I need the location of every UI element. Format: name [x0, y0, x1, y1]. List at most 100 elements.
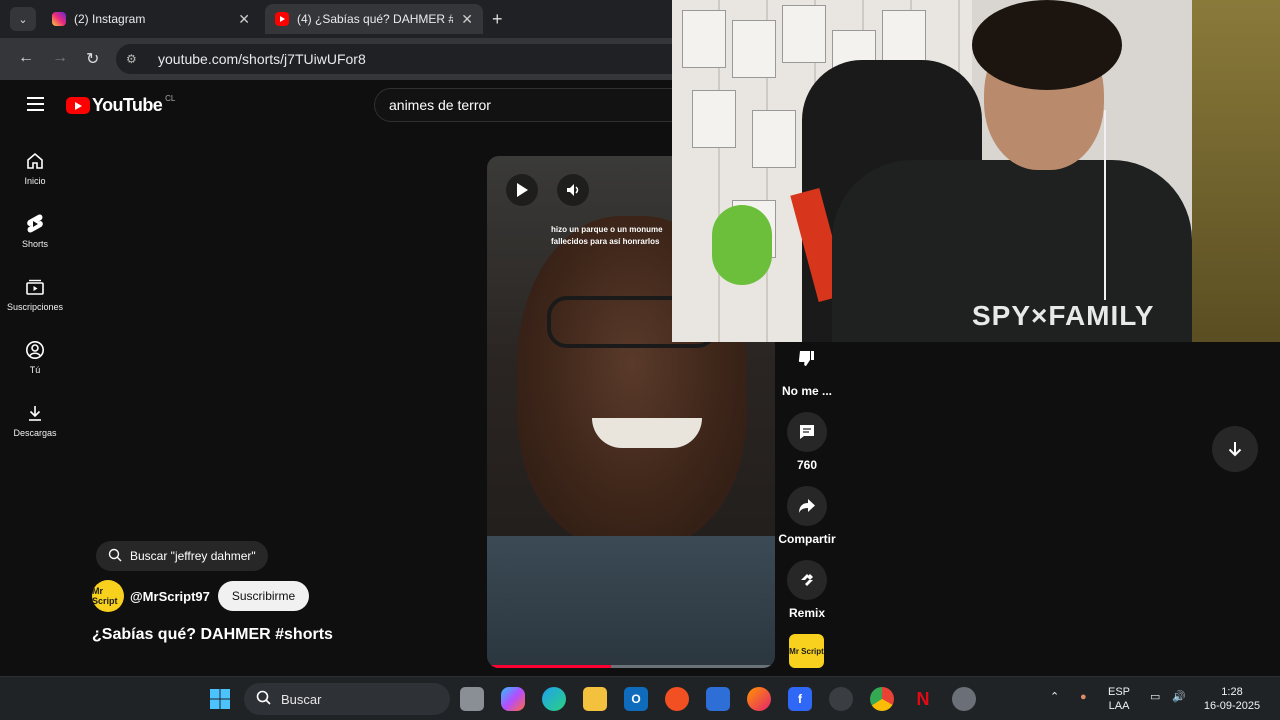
clock[interactable]: 1:28 16-09-2025: [1200, 685, 1264, 713]
sidebar-item-descargas[interactable]: Descargas: [0, 388, 70, 451]
forward-icon[interactable]: →: [52, 49, 68, 67]
edge-icon[interactable]: [542, 687, 566, 711]
dislike-action[interactable]: No me ...: [779, 338, 835, 398]
audio-source-thumbnail[interactable]: Mr Script: [789, 634, 824, 668]
search-input[interactable]: animes de terror: [374, 88, 694, 122]
video-caption: hizo un parque o un monume fallecidos pa…: [551, 224, 663, 248]
video-progress-bar[interactable]: [487, 665, 775, 668]
share-icon: [787, 486, 827, 526]
play-button[interactable]: [506, 174, 538, 206]
tab-title: (2) Instagram: [74, 12, 146, 26]
url-bar[interactable]: ⚙ youtube.com/shorts/j7TUiwUFor8: [116, 44, 716, 74]
language-indicator[interactable]: ESP LAA: [1108, 685, 1130, 713]
origin-icon[interactable]: [665, 687, 689, 711]
avatar-text: Mr Script: [92, 586, 118, 606]
dislike-label: No me ...: [781, 384, 832, 398]
remix-label: Remix: [788, 606, 826, 620]
caption-line: fallecidos para así honrarlos: [551, 237, 660, 246]
video-progress-fill: [487, 665, 611, 668]
related-search-chip[interactable]: Buscar "jeffrey dahmer": [96, 541, 268, 571]
back-icon[interactable]: ←: [18, 49, 34, 67]
volume-button[interactable]: [557, 174, 589, 206]
tab-instagram[interactable]: (2) Instagram ✕: [42, 4, 260, 34]
remix-icon: [787, 560, 827, 600]
url-text: youtube.com/shorts/j7TUiwUFor8: [158, 51, 366, 67]
chevron-up-icon[interactable]: ⌃: [1050, 690, 1059, 704]
clock-date: 16-09-2025: [1203, 700, 1261, 712]
play-icon: [517, 183, 528, 197]
taskbar-search-placeholder: Buscar: [281, 691, 322, 707]
volume-icon: [567, 184, 579, 196]
sidebar-item-inicio[interactable]: Inicio: [0, 136, 70, 199]
obs-icon[interactable]: [829, 687, 853, 711]
task-view-icon[interactable]: [460, 687, 484, 711]
search-icon: [108, 548, 122, 565]
microsoft-store-icon[interactable]: [706, 687, 730, 711]
sidebar: Inicio Shorts Suscripciones Tú Descargas: [0, 136, 70, 451]
instagram-icon: [52, 12, 66, 26]
new-tab-button[interactable]: +: [492, 9, 503, 30]
firefox-icon[interactable]: [747, 687, 771, 711]
sidebar-item-label: Shorts: [21, 238, 48, 249]
thumbnail-text: Mr Script: [789, 646, 824, 656]
next-short-button[interactable]: [1212, 426, 1258, 472]
sidebar-item-shorts[interactable]: Shorts: [0, 199, 70, 262]
comments-action[interactable]: 760: [779, 412, 835, 472]
youtube-logo[interactable]: YouTube CL: [66, 94, 176, 116]
related-search-text: Buscar "jeffrey dahmer": [130, 549, 256, 563]
clock-time: 1:28: [1221, 686, 1243, 698]
outlook-icon[interactable]: O: [624, 687, 648, 711]
share-label: Compartir: [778, 532, 836, 546]
earphone-cable: [1104, 110, 1106, 300]
close-tab-icon[interactable]: ✕: [238, 11, 250, 28]
plush-toy: [712, 205, 772, 285]
tab-title: (4) ¿Sabías qué? DAHMER #shorts: [297, 12, 453, 26]
channel-handle[interactable]: @MrScript97: [130, 589, 210, 604]
youtube-play-icon: [66, 97, 90, 114]
remix-action[interactable]: Remix: [779, 560, 835, 620]
sidebar-item-tu[interactable]: Tú: [0, 325, 70, 388]
netflix-icon[interactable]: N: [911, 687, 935, 711]
comment-icon: [787, 412, 827, 452]
subscriptions-icon: [24, 276, 46, 298]
copilot-icon[interactable]: [501, 687, 525, 711]
wall-drawing: [732, 20, 776, 78]
windows-taskbar: Buscar O f N ⌃ ● ESP LAA ▭ 🔊 1:28 16-09-…: [0, 676, 1280, 720]
video-title[interactable]: ¿Sabías qué? DAHMER #shorts: [92, 626, 333, 644]
taskbar-search-input[interactable]: Buscar: [244, 683, 450, 715]
subscribe-button[interactable]: Suscribirme: [217, 581, 310, 611]
tab-search-dropdown[interactable]: ⌄: [10, 7, 36, 31]
country-code: CL: [165, 94, 176, 103]
search-value: animes de terror: [389, 97, 491, 113]
app-f-icon[interactable]: f: [788, 687, 812, 711]
site-info-icon[interactable]: ⚙: [126, 52, 144, 66]
youtube-favicon-icon: [275, 12, 289, 26]
network-icon[interactable]: ▭: [1150, 690, 1160, 704]
close-tab-icon[interactable]: ✕: [461, 11, 473, 28]
hamburger-menu-icon[interactable]: [27, 97, 44, 115]
microphone-icon[interactable]: ●: [1080, 690, 1087, 704]
arrow-down-icon: [1228, 442, 1242, 457]
share-action[interactable]: Compartir: [778, 486, 836, 546]
volume-icon[interactable]: 🔊: [1172, 690, 1186, 704]
chevron-down-icon: ⌄: [18, 13, 28, 26]
chrome-icon[interactable]: [870, 687, 894, 711]
reload-icon[interactable]: ↻: [86, 49, 99, 69]
downloads-icon: [24, 402, 46, 424]
shirt-print: SPY×FAMILY: [972, 300, 1155, 331]
comments-count: 760: [796, 458, 818, 472]
video-frame-smile: [592, 418, 702, 448]
sidebar-item-suscripciones[interactable]: Suscripciones: [0, 262, 70, 325]
sidebar-item-label: Inicio: [24, 175, 46, 186]
file-explorer-icon[interactable]: [583, 687, 607, 711]
keyboard-layout: LAA: [1108, 700, 1130, 712]
tab-youtube[interactable]: (4) ¿Sabías qué? DAHMER #shorts ✕: [265, 4, 483, 34]
webcam-overlay: SPY×FAMILY: [672, 0, 1280, 342]
sidebar-item-label: Suscripciones: [6, 301, 64, 312]
wall-drawing: [752, 110, 796, 168]
channel-avatar[interactable]: Mr Script: [92, 580, 124, 612]
channel-row: Mr Script @MrScript97 Suscribirme: [92, 580, 310, 612]
windows-start-icon[interactable]: [208, 687, 232, 711]
settings-gear-icon[interactable]: [952, 687, 976, 711]
wall-drawing: [782, 5, 826, 63]
